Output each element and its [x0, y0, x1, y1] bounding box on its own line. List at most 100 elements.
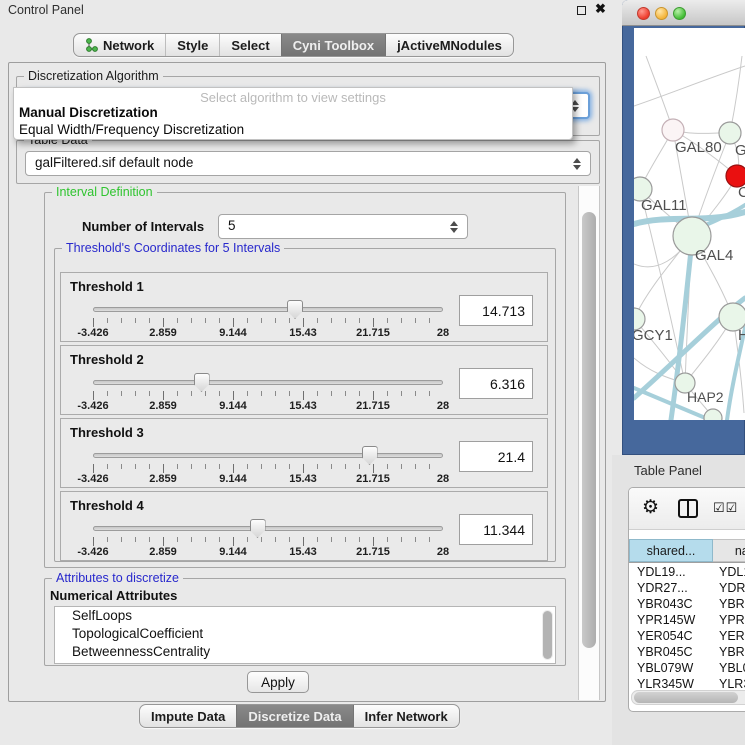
node-label-cut-right: GA	[735, 142, 745, 159]
gear-icon[interactable]: ⚙	[642, 496, 659, 519]
tick-label: 2.859	[149, 473, 177, 485]
settings-scrollbar-track[interactable]	[578, 186, 600, 700]
table-hscrollbar-thumb[interactable]	[634, 692, 738, 703]
tab-cyni-toolbox[interactable]: Cyni Toolbox	[281, 34, 385, 56]
tick-label: 2.859	[149, 400, 177, 412]
table-row[interactable]: YDR27...YDR27...	[629, 580, 745, 596]
node-label-gal4: GAL4	[695, 247, 733, 264]
cell-name[interactable]: YER054C	[713, 628, 745, 644]
combo-arrows-icon	[573, 154, 582, 174]
cell-shared-name[interactable]: YPR145W	[629, 612, 713, 628]
network-graph: GAL80 GA C GAL11 GAL4 GCY1 HI HAP2	[634, 28, 745, 420]
tick-label: 15.43	[289, 327, 317, 339]
threshold-4-slider[interactable]: -3.4262.8599.14415.4321.71528	[93, 520, 443, 560]
tick-label: 9.144	[219, 473, 247, 485]
cell-shared-name[interactable]: YDR27...	[629, 580, 713, 596]
slider-thumb[interactable]	[362, 446, 378, 465]
table-row[interactable]: YBL079WYBL079W	[629, 660, 745, 676]
table-body: YDL19...YDL19...YDR27...YDR27...YBR043CY…	[629, 564, 745, 708]
select-columns-checkboxes-icon[interactable]: ☑☑	[713, 500, 738, 516]
tick-label: 15.43	[289, 546, 317, 558]
columns-icon[interactable]	[678, 499, 698, 518]
node-gal80[interactable]	[662, 119, 684, 141]
slider-thumb[interactable]	[287, 300, 303, 319]
slider-major-ticks	[93, 464, 443, 473]
tab-network[interactable]: Network	[74, 34, 165, 56]
list-item[interactable]: TopologicalCoefficient	[55, 625, 555, 643]
tab-jactivemnodules[interactable]: jActiveMNodules	[385, 34, 513, 56]
tick-label: 21.715	[356, 473, 390, 485]
float-window-icon[interactable]	[577, 6, 586, 15]
column-header-shared-name[interactable]: shared...	[629, 539, 713, 562]
dropdown-option-manual[interactable]: Manual Discretization	[17, 105, 569, 122]
table-hscrollbar-track[interactable]	[631, 690, 745, 705]
close-traffic-light-icon[interactable]	[637, 7, 650, 20]
threshold-4-panel: Threshold 4 -3.4262.8599.14415.4321.7152…	[60, 491, 548, 561]
threshold-3-value-input[interactable]	[459, 441, 533, 472]
number-of-intervals-combobox[interactable]: 5	[218, 214, 468, 239]
column-header-name[interactable]: name	[713, 539, 745, 562]
cell-name[interactable]: YBR045C	[713, 644, 745, 660]
list-scrollbar-track[interactable]	[542, 610, 553, 660]
apply-button[interactable]: Apply	[247, 671, 309, 693]
tab-select[interactable]: Select	[219, 34, 280, 56]
cell-shared-name[interactable]: YBR043C	[629, 596, 713, 612]
cell-name[interactable]: YPR145W	[713, 612, 745, 628]
cell-shared-name[interactable]: YDL19...	[629, 564, 713, 580]
settings-scrollbar-thumb[interactable]	[582, 212, 596, 648]
cell-shared-name[interactable]: YER054C	[629, 628, 713, 644]
list-scrollbar-thumb[interactable]	[543, 611, 552, 659]
tab-discretize-data[interactable]: Discretize Data	[236, 705, 352, 727]
threshold-3-slider[interactable]: -3.4262.8599.14415.4321.71528	[93, 447, 443, 487]
list-item[interactable]: BetweennessCentrality	[55, 643, 555, 661]
tick-label: 28	[437, 327, 449, 339]
tab-impute-data[interactable]: Impute Data	[140, 705, 236, 727]
cell-shared-name[interactable]: YBL079W	[629, 660, 713, 676]
network-icon	[85, 38, 98, 52]
table-row[interactable]: YBR045CYBR045C	[629, 644, 745, 660]
network-canvas[interactable]: GAL80 GA C GAL11 GAL4 GCY1 HI HAP2	[634, 28, 745, 420]
cell-name[interactable]: YBR043C	[713, 596, 745, 612]
threshold-3-label: Threshold 3	[70, 425, 144, 440]
minimize-traffic-light-icon[interactable]	[655, 7, 668, 20]
tick-label: 28	[437, 473, 449, 485]
table-panel-card: ⚙ ☑☑ shared... name YDL19...YDL19...YDR2…	[628, 487, 745, 712]
close-icon[interactable]: ✖	[595, 1, 606, 17]
slider-thumb[interactable]	[194, 373, 210, 392]
slider-thumb[interactable]	[250, 519, 266, 538]
table-row[interactable]: YPR145WYPR145W	[629, 612, 745, 628]
threshold-1-value-input[interactable]	[459, 295, 533, 326]
cell-name[interactable]: YBL079W	[713, 660, 745, 676]
number-of-intervals-value: 5	[228, 218, 236, 233]
table-row[interactable]: YDL19...YDL19...	[629, 564, 745, 580]
table-toolbar: ⚙ ☑☑	[629, 488, 745, 530]
threshold-2-slider[interactable]: -3.4262.8599.14415.4321.71528	[93, 374, 443, 414]
cell-shared-name[interactable]: YBR045C	[629, 644, 713, 660]
numerical-attributes-list[interactable]: SelfLoopsTopologicalCoefficientBetweenne…	[54, 606, 556, 664]
table-row[interactable]: YER054CYER054C	[629, 628, 745, 644]
control-panel-title: Control Panel	[8, 3, 84, 17]
algorithm-dropdown-popup: Select algorithm to view settings Manual…	[13, 87, 573, 140]
threshold-4-label: Threshold 4	[70, 498, 144, 513]
tab-style[interactable]: Style	[165, 34, 219, 56]
dropdown-option-equal-width[interactable]: Equal Width/Frequency Discretization	[17, 122, 569, 139]
tick-label: -3.426	[77, 473, 108, 485]
tab-infer-network[interactable]: Infer Network	[353, 705, 459, 727]
table-row[interactable]: YBR043CYBR043C	[629, 596, 745, 612]
network-window-titlebar[interactable]	[622, 0, 745, 26]
threshold-2-value-input[interactable]	[459, 368, 533, 399]
zoom-traffic-light-icon[interactable]	[673, 7, 686, 20]
slider-tick-labels: -3.4262.8599.14415.4321.71528	[93, 400, 443, 412]
tick-label: 28	[437, 400, 449, 412]
node-bottom-partial[interactable]	[704, 409, 722, 420]
cell-name[interactable]: YDR27...	[713, 580, 745, 596]
table-header-row: shared... name	[629, 539, 745, 563]
network-window[interactable]: GAL80 GA C GAL11 GAL4 GCY1 HI HAP2	[622, 0, 745, 455]
threshold-1-slider[interactable]: -3.4262.8599.14415.4321.71528	[93, 301, 443, 341]
threshold-4-value-input[interactable]	[459, 514, 533, 545]
node-top-right[interactable]	[719, 122, 741, 144]
cell-name[interactable]: YDL19...	[713, 564, 745, 580]
table-data-combobox[interactable]: galFiltered.sif default node	[25, 151, 591, 176]
list-item[interactable]: SelfLoops	[55, 607, 555, 625]
tick-label: 9.144	[219, 327, 247, 339]
